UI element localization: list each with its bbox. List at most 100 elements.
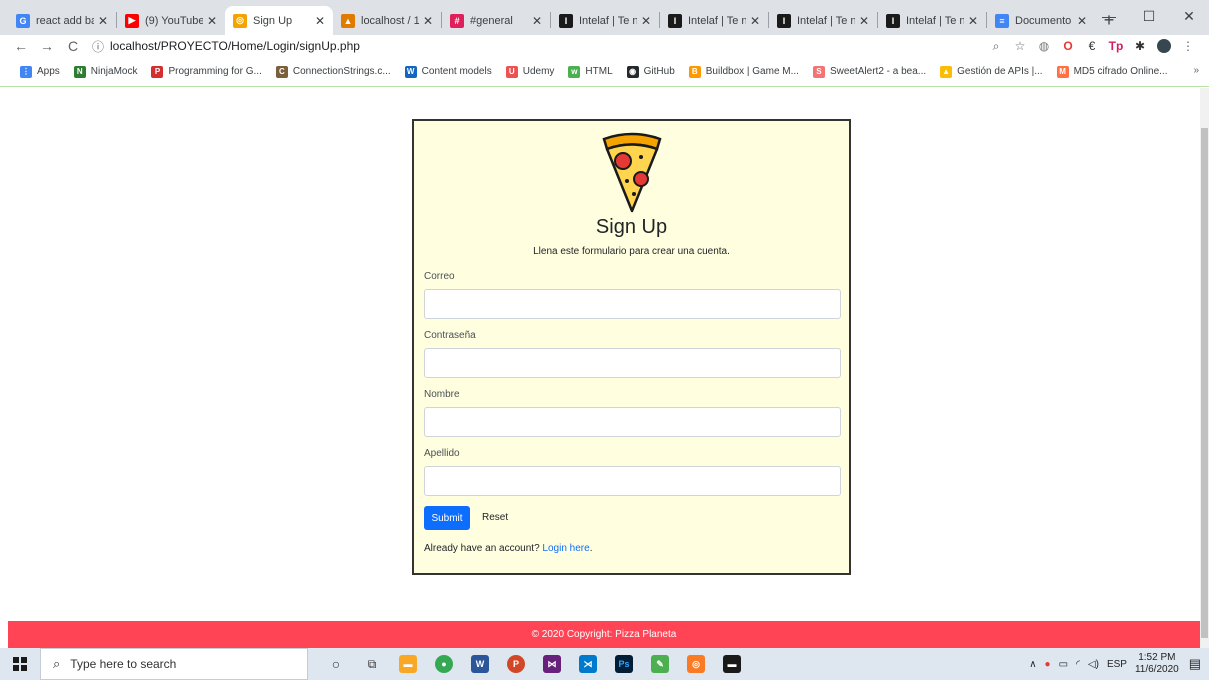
bookmark-label: Programming for G...	[168, 66, 262, 77]
browser-tab[interactable]: ◎ Sign Up ✕	[225, 6, 333, 35]
back-arrow-icon[interactable]: ←	[10, 35, 32, 57]
scrollbar-thumb[interactable]	[1201, 128, 1208, 638]
search-icon: ⌕	[53, 656, 61, 671]
github-icon: ◉	[626, 65, 639, 78]
language-indicator[interactable]: ESP	[1107, 659, 1127, 670]
browser-tab[interactable]: I Intelaf | Te n ✕	[660, 6, 768, 35]
apellido-input[interactable]	[424, 466, 841, 496]
login-prompt-line: Already have an account? Login here.	[424, 543, 592, 554]
bookmark-item[interactable]: w HTML	[568, 65, 613, 78]
bookmark-item[interactable]: W Content models	[404, 65, 492, 78]
intelaf-icon: I	[559, 13, 573, 28]
bookmark-item[interactable]: P Programming for G...	[151, 65, 262, 78]
bookmark-item[interactable]: C ConnectionStrings.c...	[275, 65, 391, 78]
reload-icon[interactable]: C	[62, 35, 84, 57]
browser-tab[interactable]: ≡ Documento ✕	[987, 6, 1095, 35]
browser-tab[interactable]: Greact add ba ✕	[8, 6, 116, 35]
tab-title: Documento	[1015, 14, 1072, 27]
profile-avatar-icon[interactable]	[1153, 35, 1175, 57]
login-suffix: .	[589, 543, 593, 554]
tab-title: localhost / 1	[361, 14, 419, 27]
tab-close-icon[interactable]: ✕	[315, 14, 325, 28]
browser-tab[interactable]: I Intelaf | Te n ✕	[551, 6, 659, 35]
ninjamock-icon: N	[73, 65, 86, 78]
notification-icon[interactable]: ▤	[1189, 656, 1201, 672]
tab-close-icon[interactable]: ✕	[98, 14, 108, 28]
clock-date: 11/6/2020	[1134, 664, 1179, 675]
info-icon[interactable]: ⓘ	[92, 38, 104, 55]
paint-icon[interactable]: ✎	[642, 648, 678, 680]
footer: © 2020 Copyright: Pizza Planeta	[8, 621, 1200, 648]
tab-close-icon[interactable]: ✕	[859, 14, 869, 28]
page-scrollbar[interactable]	[1200, 88, 1209, 648]
close-window-icon[interactable]: ✕	[1169, 0, 1209, 32]
opera-icon[interactable]: O	[1057, 35, 1079, 57]
browser-tab[interactable]: I Intelaf | Te n ✕	[878, 6, 986, 35]
address-bar[interactable]: ⓘ localhost/PROYECTO/Home/Login/signUp.p…	[88, 35, 983, 57]
bookmark-item[interactable]: B Buildbox | Game M...	[688, 65, 799, 78]
bookmark-item[interactable]: U Udemy	[505, 65, 554, 78]
vscode-icon[interactable]: ⋊	[570, 648, 606, 680]
xampp-icon[interactable]: ◎	[678, 648, 714, 680]
contrasena-input[interactable]	[424, 348, 841, 378]
browser-tab[interactable]: ▶ (9) YouTube ✕	[117, 6, 225, 35]
nombre-input[interactable]	[424, 407, 841, 437]
word-icon[interactable]: W	[462, 648, 498, 680]
tp-extension-icon[interactable]: Tp	[1105, 35, 1127, 57]
zoom-icon[interactable]: ⌕	[985, 35, 1007, 57]
buildbox-icon: B	[688, 65, 701, 78]
wifi-icon[interactable]: ◜	[1076, 659, 1080, 670]
browser-tab[interactable]: ▲ localhost / 1 ✕	[333, 6, 441, 35]
taskbar-search-input[interactable]: ⌕ Type here to search	[40, 648, 308, 680]
battery-icon[interactable]: ▭	[1059, 659, 1068, 670]
system-tray: ∧ ● ▭ ◜ ◁) ESP 1:52 PM 11/6/2020 ▤	[1029, 648, 1209, 680]
correo-label: Correo	[424, 271, 455, 282]
apps-grid-icon: ⋮	[20, 65, 32, 78]
bookmark-star-icon[interactable]: ☆	[1009, 35, 1031, 57]
bookmarks-overflow-icon[interactable]: »	[1193, 65, 1199, 76]
bookmark-item[interactable]: ◉ GitHub	[626, 65, 675, 78]
file-explorer-icon[interactable]: ▬	[390, 648, 426, 680]
browser-tab[interactable]: # #general ✕	[442, 6, 550, 35]
bookmark-item[interactable]: S SweetAlert2 - a bea...	[812, 65, 926, 78]
menu-kebab-icon[interactable]: ⋮	[1177, 35, 1199, 57]
submit-button[interactable]: Submit	[424, 506, 470, 530]
tab-close-icon[interactable]: ✕	[532, 14, 542, 28]
maximize-icon[interactable]: ☐	[1129, 0, 1169, 32]
bookmark-item[interactable]: N NinjaMock	[73, 65, 138, 78]
visual-studio-icon[interactable]: ⋈	[534, 648, 570, 680]
terminal-icon[interactable]: ▬	[714, 648, 750, 680]
login-link[interactable]: Login here	[542, 543, 589, 554]
correo-input[interactable]	[424, 289, 841, 319]
bookmark-label: Content models	[421, 66, 492, 77]
chrome-icon[interactable]: ●	[426, 648, 462, 680]
w3-icon: W	[404, 65, 417, 78]
bookmark-item[interactable]: ▲ Gestión de APIs |...	[940, 65, 1043, 78]
cortana-icon[interactable]: ○	[318, 648, 354, 680]
tab-close-icon[interactable]: ✕	[1077, 14, 1087, 28]
tray-chevron-icon[interactable]: ∧	[1029, 659, 1036, 670]
tray-app-icon[interactable]: ●	[1045, 659, 1051, 670]
puzzle-icon[interactable]: ✱	[1129, 35, 1151, 57]
tab-close-icon[interactable]: ✕	[750, 14, 760, 28]
tab-close-icon[interactable]: ✕	[641, 14, 651, 28]
bookmark-item[interactable]: ⋮ Apps	[20, 65, 60, 78]
powerpoint-icon[interactable]: P	[498, 648, 534, 680]
tab-close-icon[interactable]: ✕	[968, 14, 978, 28]
forward-arrow-icon[interactable]: →	[36, 35, 58, 57]
minimize-icon[interactable]: —	[1089, 0, 1129, 32]
reset-button[interactable]: Reset	[476, 506, 514, 530]
task-view-icon[interactable]: ⧉	[354, 648, 390, 680]
extension-ghost-icon[interactable]: ◍	[1033, 35, 1055, 57]
clock[interactable]: 1:52 PM 11/6/2020	[1135, 652, 1179, 676]
extension-e-icon[interactable]: €	[1081, 35, 1103, 57]
tab-close-icon[interactable]: ✕	[423, 14, 433, 28]
bookmark-label: NinjaMock	[90, 66, 138, 77]
tab-title: Intelaf | Te n	[579, 14, 637, 27]
photoshop-icon[interactable]: Ps	[606, 648, 642, 680]
bookmark-item[interactable]: M MD5 cifrado Online...	[1056, 65, 1168, 78]
volume-icon[interactable]: ◁)	[1088, 659, 1099, 670]
browser-tab[interactable]: I Intelaf | Te n ✕	[769, 6, 877, 35]
tab-close-icon[interactable]: ✕	[207, 14, 217, 28]
windows-start-icon[interactable]	[0, 648, 40, 680]
